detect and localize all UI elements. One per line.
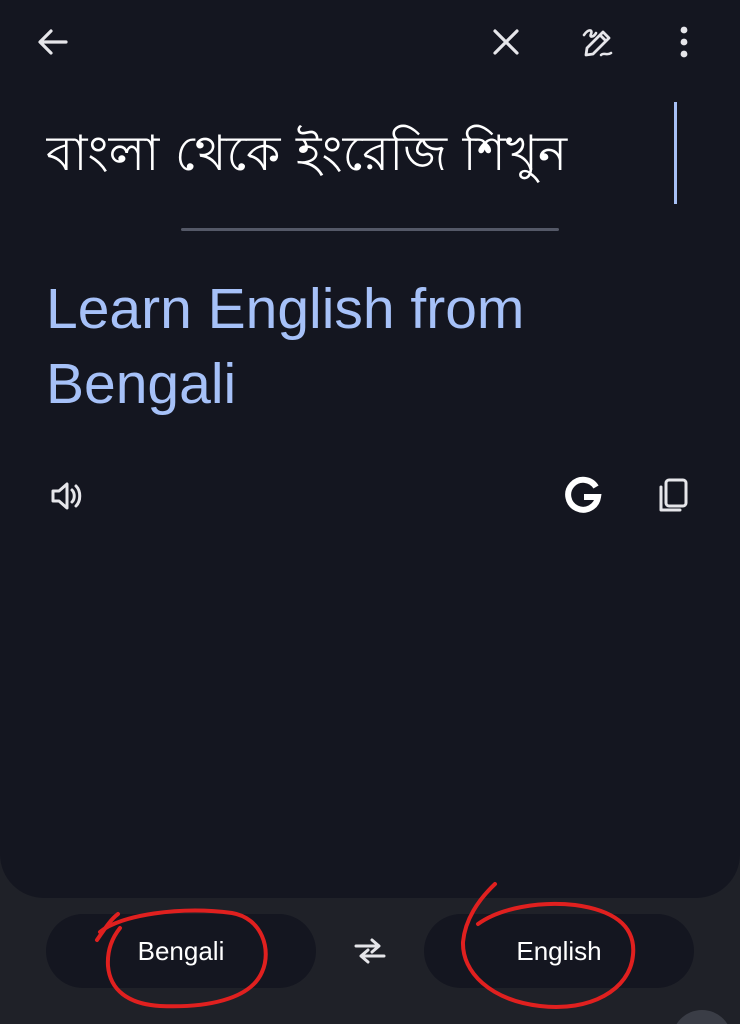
translate-screen: বাংলা থেকে ইংরেজি শিখুন Learn English fr… [0, 0, 740, 1024]
clear-button[interactable] [482, 18, 530, 66]
source-text-input[interactable]: বাংলা থেকে ইংরেজি শিখুন [46, 112, 706, 196]
target-language-label: English [516, 935, 602, 966]
listen-button[interactable] [41, 470, 93, 522]
copy-icon [659, 478, 688, 512]
source-language-label: Bengali [137, 935, 225, 966]
close-icon [493, 29, 519, 55]
divider [181, 228, 559, 231]
swap-languages-button[interactable] [344, 928, 396, 974]
target-language-button[interactable]: English [424, 914, 694, 988]
pen-handwriting-icon [582, 29, 613, 57]
google-g-icon [565, 476, 602, 513]
handwriting-button[interactable] [574, 18, 622, 66]
more-vert-icon [680, 26, 688, 58]
translation-output: Learn English from Bengali [46, 277, 525, 416]
back-button[interactable] [29, 18, 77, 66]
more-options-button[interactable] [660, 18, 708, 66]
text-cursor [674, 102, 677, 204]
swap-arrows-icon [354, 938, 386, 964]
floating-button-edge [672, 1010, 732, 1024]
copy-button[interactable] [647, 470, 699, 522]
source-language-button[interactable]: Bengali [46, 914, 316, 988]
arrow-left-icon [38, 29, 68, 55]
speaker-icon [51, 482, 82, 510]
translation-card: বাংলা থেকে ইংরেজি শিখুন Learn English fr… [0, 0, 740, 898]
google-search-button[interactable] [557, 470, 609, 522]
